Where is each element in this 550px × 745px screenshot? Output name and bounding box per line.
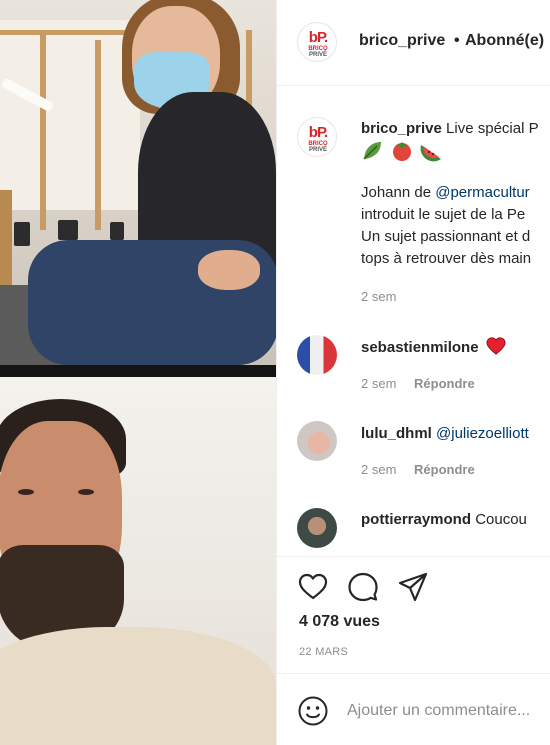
- watermelon-emoji: [420, 145, 441, 162]
- comment-username[interactable]: pottierraymond: [361, 511, 471, 528]
- add-comment-bar: [277, 673, 550, 745]
- reply-button[interactable]: Répondre: [414, 462, 475, 477]
- logo-line2: PRIVÉ: [308, 147, 327, 153]
- brand-avatar[interactable]: bP. BRICO PRIVÉ: [297, 22, 337, 62]
- comment-item: sebastienmilone 2 sem Répondre: [277, 335, 550, 415]
- office-monitor: [110, 222, 124, 240]
- share-icon[interactable]: [397, 571, 429, 603]
- caption-time[interactable]: 2 sem: [361, 289, 396, 304]
- comment-item: lulu_dhml @juliezoelliott 2 sem Répondre: [277, 421, 550, 501]
- heart-icon[interactable]: [297, 571, 329, 603]
- comment-line: lulu_dhml @juliezoelliott: [361, 423, 529, 445]
- man-eye: [78, 489, 94, 495]
- comment-line: pottierraymond Coucou: [361, 509, 527, 531]
- header-separator: •: [454, 32, 460, 49]
- brico-prive-logo: bP. BRICO PRIVÉ: [306, 125, 330, 153]
- header-username[interactable]: brico_prive: [359, 32, 445, 50]
- caption-username[interactable]: brico_prive: [361, 120, 442, 137]
- caption-avatar[interactable]: bP. BRICO PRIVÉ: [297, 117, 337, 157]
- wood-beam: [0, 30, 140, 35]
- cream-sweater: [0, 627, 276, 745]
- red-heart-emoji: [486, 337, 506, 355]
- reply-button[interactable]: Répondre: [414, 376, 475, 391]
- caption-body-line2: introduit le sujet de la Pe: [361, 206, 526, 223]
- comment-icon[interactable]: [347, 571, 379, 603]
- post-caption: bP. BRICO PRIVÉ brico_prive Live spécial…: [277, 87, 550, 327]
- caption-text: Live spécial P: [446, 120, 539, 137]
- video-feed-top: [0, 0, 276, 365]
- brico-prive-logo: bP. BRICO PRIVÉ: [306, 30, 330, 58]
- comment-input[interactable]: [347, 697, 550, 725]
- follow-status-button[interactable]: Abonné(e): [465, 32, 544, 50]
- post-actions: 4 078 vues 22 MARS: [277, 556, 550, 673]
- leaf-emoji: [363, 142, 381, 160]
- emoji-strip: [363, 142, 441, 162]
- comment-text: Coucou: [475, 511, 527, 528]
- video-feed-bottom: [0, 377, 276, 745]
- comment-line: sebastienmilone: [361, 337, 506, 359]
- comment-mention[interactable]: @juliezoelliott: [436, 425, 529, 442]
- logo-mark: bP.: [308, 29, 328, 46]
- post-date[interactable]: 22 MARS: [299, 646, 348, 658]
- commenter-avatar[interactable]: [297, 421, 337, 461]
- caption-body-prefix: Johann de: [361, 184, 436, 201]
- commenter-avatar[interactable]: [297, 335, 337, 375]
- wood-post: [95, 40, 101, 230]
- video-divider: [0, 365, 276, 377]
- caption-emojis: [361, 139, 451, 163]
- logo-mark: bP.: [308, 124, 328, 141]
- caption-line: brico_prive Live spécial P: [361, 118, 539, 140]
- office-monitor: [14, 222, 30, 246]
- office-monitor: [58, 220, 78, 240]
- caption-body-line1: Johann de @permacultur: [361, 182, 530, 204]
- logo-line2: PRIVÉ: [308, 52, 327, 58]
- commenter-avatar[interactable]: [297, 508, 337, 548]
- smiley-icon[interactable]: [297, 695, 329, 727]
- woman-hand: [198, 250, 260, 290]
- tomato-emoji: [393, 142, 411, 161]
- comment-time[interactable]: 2 sem: [361, 376, 396, 391]
- caption-meta: 2 sem: [361, 289, 396, 304]
- comments-list[interactable]: bP. BRICO PRIVÉ brico_prive Live spécial…: [277, 87, 550, 556]
- caption-body-line4: tops à retrouver dès main: [361, 250, 532, 267]
- view-count[interactable]: 4 078 vues: [299, 613, 380, 631]
- live-video-area[interactable]: [0, 0, 276, 745]
- caption-mention[interactable]: @permacultur: [435, 184, 529, 201]
- comment-meta: 2 sem Répondre: [361, 462, 475, 477]
- comment-meta: 2 sem Répondre: [361, 376, 475, 391]
- caption-body-line3: Un sujet passionnant et d: [361, 228, 531, 245]
- wood-post: [40, 30, 46, 230]
- comment-item: pottierraymond Coucou: [277, 507, 550, 556]
- post-header: bP. BRICO PRIVÉ brico_prive • Abonné(e): [277, 0, 550, 86]
- comment-username[interactable]: sebastienmilone: [361, 339, 479, 356]
- post-panel: bP. BRICO PRIVÉ brico_prive • Abonné(e) …: [276, 0, 550, 745]
- comment-time[interactable]: 2 sem: [361, 462, 396, 477]
- man-eye: [18, 489, 34, 495]
- comment-username[interactable]: lulu_dhml: [361, 425, 432, 442]
- office-wall: [0, 20, 140, 210]
